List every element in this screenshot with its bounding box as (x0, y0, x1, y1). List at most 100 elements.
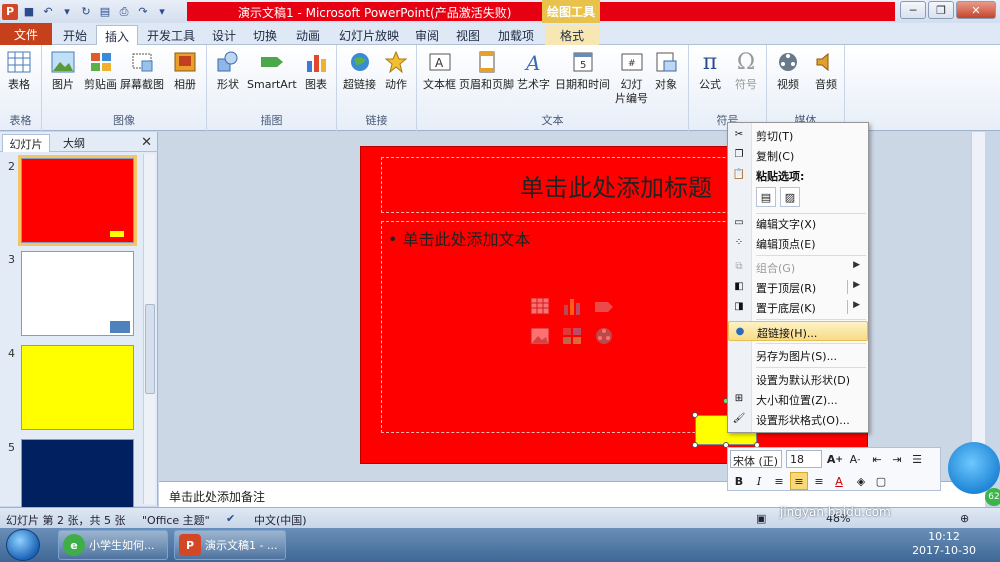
tab-animations[interactable]: 动画 (288, 25, 328, 45)
clipart-button[interactable]: 剪贴画 (84, 49, 117, 92)
insert-table-icon[interactable] (530, 297, 550, 315)
minimize-button[interactable]: ─ (900, 1, 926, 19)
textbox-button[interactable]: A 文本框 (423, 49, 456, 92)
insert-clipart-icon[interactable] (562, 327, 582, 345)
slides-scrollbar[interactable] (143, 154, 155, 504)
menu-item-send-to-back[interactable]: ◨ 置于底层(K) ▶ (728, 297, 868, 317)
header-footer-button[interactable]: 页眉和页脚 (459, 49, 514, 92)
wordart-button[interactable]: A 艺术字 (517, 49, 550, 92)
tab-view[interactable]: 视图 (449, 25, 487, 45)
save-icon[interactable]: ■ (21, 4, 37, 20)
tab-insert[interactable]: 插入 (96, 25, 138, 46)
dropdown-icon[interactable]: ▾ (59, 4, 75, 20)
slide-thumbnail[interactable] (18, 155, 137, 246)
paste-as-picture-icon[interactable]: ▨ (780, 187, 800, 207)
menu-item-hyperlink[interactable]: ● 超链接(H)... (728, 321, 868, 341)
tab-outline[interactable]: 大纲 (52, 134, 96, 152)
audio-button[interactable]: 音频 (813, 49, 839, 92)
repeat-icon[interactable]: ↷ (135, 4, 151, 20)
picture-button[interactable]: 图片 (50, 49, 76, 92)
smartart-button[interactable]: SmartArt (247, 49, 297, 92)
menu-item-format-shape[interactable]: 🖌 设置形状格式(O)... (728, 409, 868, 429)
menu-item-cut[interactable]: ✂ 剪切(T) (728, 125, 868, 145)
menu-item-group[interactable]: ⧉ 组合(G) ▶ (728, 257, 868, 277)
customize-qat-icon[interactable]: ▾ (154, 4, 170, 20)
tab-slides[interactable]: 幻灯片 (2, 134, 50, 152)
redo-icon[interactable]: ↻ (78, 4, 94, 20)
align-center-icon[interactable]: ≡ (790, 472, 808, 490)
close-panel-icon[interactable]: ✕ (141, 135, 152, 150)
resize-handle-top-left[interactable] (692, 412, 698, 418)
hyperlink-button[interactable]: 超链接 (343, 49, 376, 92)
close-button[interactable]: ✕ (956, 1, 996, 19)
tab-transitions[interactable]: 切换 (246, 25, 284, 45)
object-button[interactable]: 对象 (653, 49, 679, 92)
start-button[interactable] (6, 529, 40, 561)
language[interactable]: 中文(中国) (254, 512, 307, 528)
tab-design[interactable]: 设计 (205, 25, 243, 45)
shrink-font-icon[interactable]: A- (846, 450, 864, 468)
shape-outline-icon[interactable]: ▢ (872, 472, 890, 490)
tab-format[interactable]: 格式 (545, 25, 599, 45)
align-right-icon[interactable]: ≡ (810, 472, 828, 490)
photo-album-button[interactable]: 相册 (172, 49, 198, 92)
slide-thumbnail[interactable] (21, 251, 134, 336)
decrease-indent-icon[interactable]: ⇤ (868, 450, 886, 468)
normal-view-icon[interactable]: ▣ (756, 512, 766, 525)
maximize-button[interactable]: ❐ (928, 1, 954, 19)
print-icon[interactable]: ⎙ (116, 4, 132, 20)
floating-assistant-icon[interactable] (948, 442, 1000, 494)
tab-home[interactable]: 开始 (56, 25, 94, 45)
tab-file[interactable]: 文件 (0, 23, 52, 45)
menu-item-bring-to-front[interactable]: ◧ 置于顶层(R) ▶ (728, 277, 868, 297)
slides-scroll-thumb[interactable] (145, 304, 155, 394)
slide-thumbnail[interactable] (21, 345, 134, 430)
tab-slideshow[interactable]: 幻灯片放映 (332, 25, 406, 45)
screenshot-button[interactable]: 屏幕截图 (120, 49, 164, 92)
tab-addins[interactable]: 加载项 (490, 25, 542, 45)
new-slide-icon[interactable]: ▤ (97, 4, 113, 20)
tab-review[interactable]: 审阅 (409, 25, 445, 45)
bold-icon[interactable]: B (730, 472, 748, 490)
menu-item-set-default-shape[interactable]: 设置为默认形状(D) (728, 369, 868, 389)
symbol-button[interactable]: Ω 符号 (733, 49, 759, 92)
undo-icon[interactable]: ↶ (40, 4, 56, 20)
italic-icon[interactable]: I (750, 472, 768, 490)
font-color-icon[interactable]: A (830, 472, 848, 490)
spellcheck-icon[interactable]: ✔ (226, 512, 235, 525)
shapes-button[interactable]: 形状 (215, 49, 241, 92)
chart-button[interactable]: 图表 (303, 49, 329, 92)
menu-item-save-as-picture[interactable]: 另存为图片(S)... (728, 345, 868, 365)
paste-keep-source-icon[interactable]: ▤ (756, 187, 776, 207)
menu-item-edit-points[interactable]: ⁘ 编辑顶点(E) (728, 233, 868, 253)
shape-fill-icon[interactable]: ◈ (852, 472, 870, 490)
system-clock[interactable]: 10:12 2017-10-30 (912, 530, 976, 558)
taskbar-item-powerpoint[interactable]: P 演示文稿1 - ... (174, 530, 286, 560)
taskbar-item-browser[interactable]: e 小学生如何... (58, 530, 168, 560)
insert-media-icon[interactable] (594, 327, 614, 345)
font-name-box[interactable]: 宋体 (正) (730, 450, 782, 468)
align-left-icon[interactable]: ≡ (770, 472, 788, 490)
submenu-arrow-icon[interactable]: ▶ (853, 280, 860, 290)
video-button[interactable]: 视频 (775, 49, 801, 92)
zoom-in-icon[interactable]: ⊕ (960, 512, 969, 525)
bullets-icon[interactable]: ☰ (908, 450, 926, 468)
grow-font-icon[interactable]: A + (826, 450, 844, 468)
font-size-box[interactable]: 18 (786, 450, 822, 468)
insert-smartart-icon[interactable] (594, 297, 614, 315)
menu-item-size-position[interactable]: ⊞ 大小和位置(Z)... (728, 389, 868, 409)
resize-handle-bottom-left[interactable] (692, 442, 698, 448)
slide-number-button[interactable]: # 幻灯 片编号 (615, 49, 648, 106)
powerpoint-logo-icon[interactable]: P (2, 3, 18, 20)
insert-picture-icon[interactable] (530, 327, 550, 345)
menu-item-edit-text[interactable]: ▭ 编辑文字(X) (728, 213, 868, 233)
increase-indent-icon[interactable]: ⇥ (888, 450, 906, 468)
date-time-button[interactable]: 5 日期和时间 (555, 49, 610, 92)
menu-item-copy[interactable]: ❐ 复制(C) (728, 145, 868, 165)
equation-button[interactable]: π 公式 (697, 49, 723, 92)
editor-scrollbar[interactable] (971, 132, 985, 479)
submenu-arrow-icon[interactable]: ▶ (853, 300, 860, 310)
insert-chart-icon[interactable] (562, 297, 582, 315)
tab-developer[interactable]: 开发工具 (140, 25, 202, 45)
action-button[interactable]: 动作 (383, 49, 409, 92)
